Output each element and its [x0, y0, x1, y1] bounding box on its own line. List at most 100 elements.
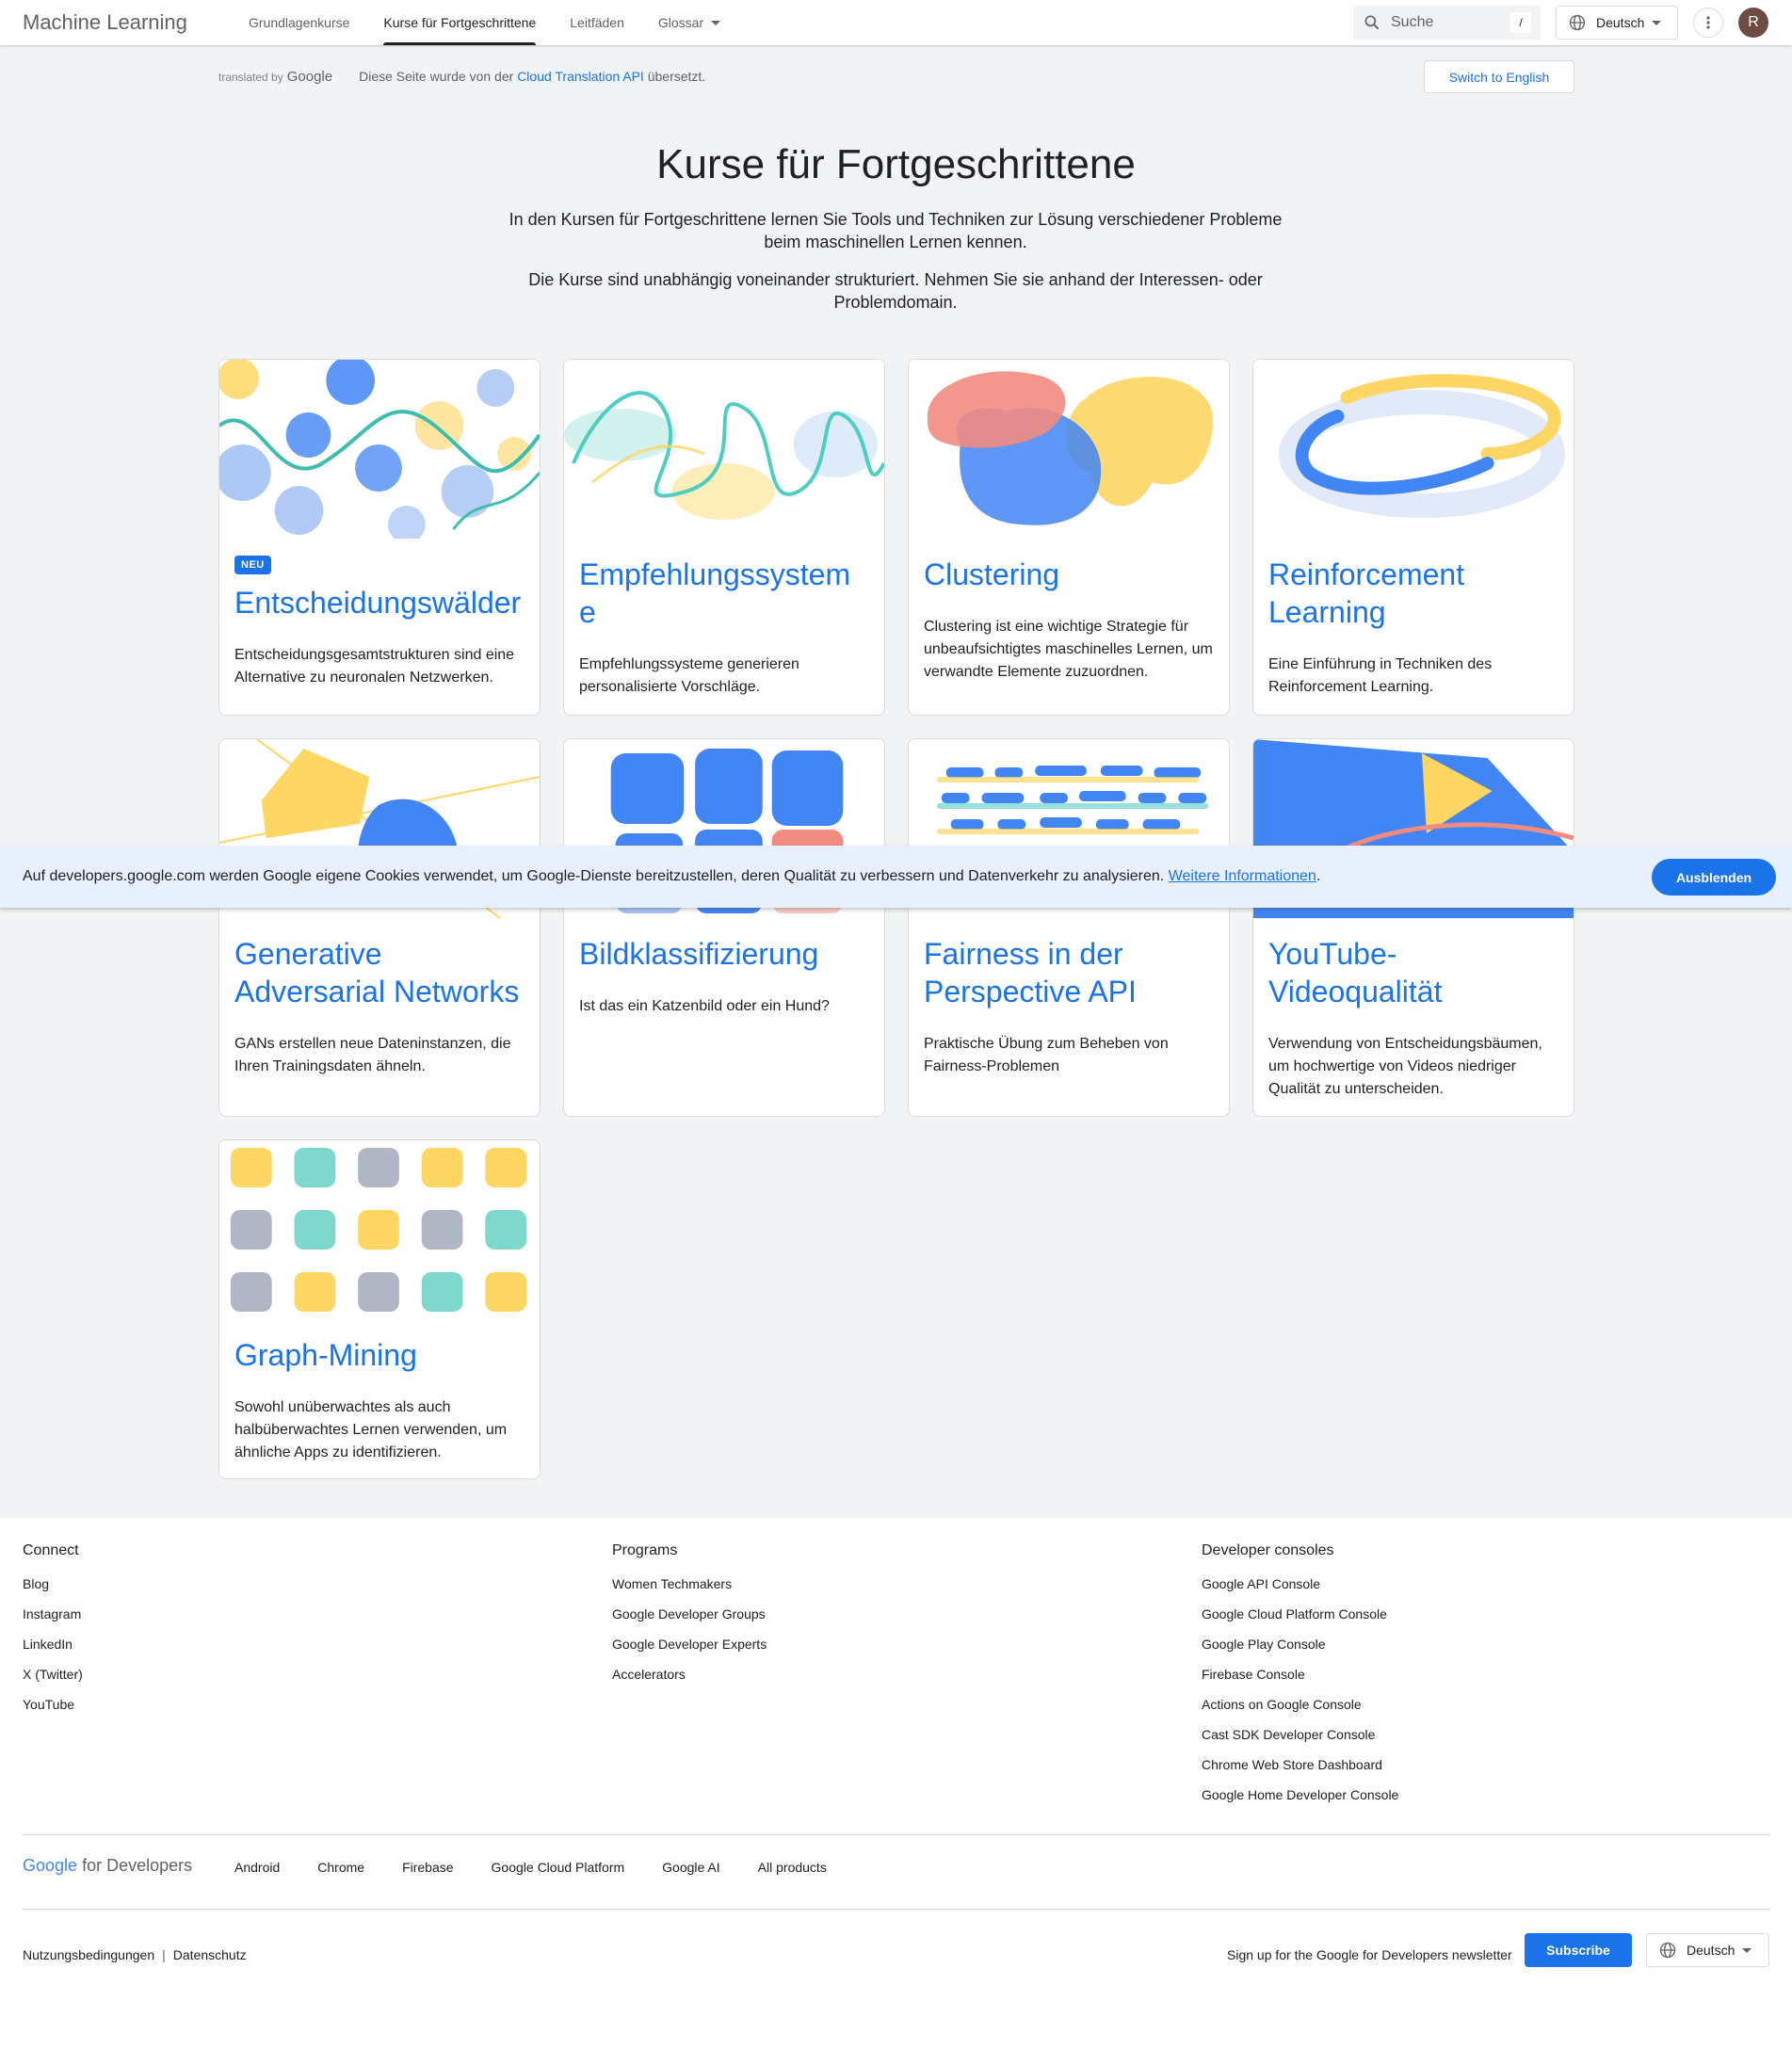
footer-link[interactable]: Firebase Console: [1202, 1667, 1305, 1682]
card-body: Generative Adversarial Networks GANs ers…: [219, 918, 540, 1093]
decision-forests-illustration: [219, 360, 540, 539]
footer-divider: [23, 1834, 1770, 1835]
chevron-down-icon: [1652, 20, 1662, 25]
product-link-all[interactable]: All products: [758, 1860, 827, 1875]
footer-link[interactable]: Google Developer Experts: [612, 1637, 767, 1652]
graph-mining-illustration: [219, 1140, 540, 1319]
card-title: Clustering: [924, 557, 1060, 591]
card-body: Reinforcement Learning Eine Einführung i…: [1253, 539, 1574, 714]
footer-link[interactable]: Cast SDK Developer Console: [1202, 1727, 1375, 1742]
course-card-clustering[interactable]: Clustering Clustering ist eine wichtige …: [908, 359, 1230, 716]
newsletter-text: Sign up for the Google for Developers ne…: [1227, 1947, 1512, 1962]
nav-tab-fortgeschrittene[interactable]: Kurse für Fortgeschrittene: [366, 0, 553, 45]
card-description: Eine Einführung in Techniken des Reinfor…: [1268, 656, 1493, 695]
course-card-image-classification[interactable]: Bildklassifizierung Ist das ein Katzenbi…: [563, 738, 885, 1117]
course-card-youtube-quality[interactable]: YouTube-Videoqualität Verwendung von Ent…: [1252, 738, 1574, 1117]
legal-links: Nutzungsbedingungen | Datenschutz: [23, 1947, 247, 1962]
card-description: Praktische Übung zum Beheben von Fairnes…: [924, 1036, 1169, 1074]
footer-link[interactable]: Actions on Google Console: [1202, 1697, 1362, 1712]
course-card-graph-mining[interactable]: Graph-Mining Sowohl unüberwachtes als au…: [218, 1139, 541, 1479]
card-body: Fairness in der Perspective API Praktisc…: [909, 918, 1229, 1093]
switch-to-english-button[interactable]: Switch to English: [1424, 60, 1574, 93]
nav-tab-glossar-label: Glossar: [657, 15, 704, 30]
privacy-link[interactable]: Datenschutz: [173, 1947, 247, 1962]
card-body: YouTube-Videoqualität Verwendung von Ent…: [1253, 918, 1574, 1116]
product-link-firebase[interactable]: Firebase: [402, 1860, 453, 1875]
dismiss-cookie-button[interactable]: Ausblenden: [1652, 859, 1776, 895]
footer-consoles: Developer consoles Google API Console Go…: [1202, 1542, 1398, 1817]
main-nav: Grundlagenkurse Kurse für Fortgeschritte…: [232, 0, 737, 45]
google-wordmark: Google: [286, 68, 333, 85]
cookie-banner: Auf developers.google.com werden Google …: [0, 846, 1792, 908]
language-selector[interactable]: Deutsch: [1556, 6, 1678, 40]
product-link-google-ai[interactable]: Google AI: [662, 1860, 720, 1875]
course-card-gan[interactable]: Generative Adversarial Networks GANs ers…: [218, 738, 541, 1117]
new-badge: NEU: [234, 556, 271, 574]
footer-language-selector[interactable]: Deutsch: [1646, 1933, 1769, 1967]
footer-link[interactable]: Google Developer Groups: [612, 1606, 766, 1621]
more-vert-icon: [1706, 16, 1710, 29]
terms-link[interactable]: Nutzungsbedingungen: [23, 1947, 154, 1962]
google-for-developers-logo[interactable]: Google for Developers: [23, 1856, 192, 1876]
card-body: Graph-Mining Sowohl unüberwachtes als au…: [219, 1319, 540, 1478]
page-title: Kurse für Fortgeschrittene: [656, 141, 1136, 187]
footer-link[interactable]: X (Twitter): [23, 1667, 83, 1682]
footer-language-label: Deutsch: [1687, 1943, 1735, 1958]
card-description: Entscheidungsgesamtstrukturen sind eine …: [234, 647, 515, 686]
footer-connect: Connect Blog Instagram LinkedIn X (Twitt…: [23, 1542, 83, 1727]
notice-text-after: übersetzt.: [643, 69, 706, 84]
translated-by-google: translated by Google: [218, 69, 332, 85]
footer-programs: Programs Women Techmakers Google Develop…: [612, 1542, 767, 1697]
cloud-translation-link[interactable]: Cloud Translation API: [517, 69, 644, 84]
nav-tab-grundlagenkurse[interactable]: Grundlagenkurse: [232, 0, 366, 45]
card-description: Verwendung von Entscheidungsbäumen, um h…: [1268, 1036, 1542, 1097]
card-body: Clustering Clustering ist eine wichtige …: [909, 539, 1229, 699]
footer-link[interactable]: Chrome Web Store Dashboard: [1202, 1757, 1382, 1772]
recommendation-illustration: [564, 360, 884, 539]
course-card-reinforcement[interactable]: Reinforcement Learning Eine Einführung i…: [1252, 359, 1574, 716]
product-link-chrome[interactable]: Chrome: [317, 1860, 364, 1875]
card-body: Empfehlungssystem e Empfehlungssysteme g…: [564, 539, 884, 714]
course-card-decision-forests[interactable]: NEU Entscheidungswälder Entscheidungsges…: [218, 359, 541, 716]
footer-link[interactable]: Google Play Console: [1202, 1637, 1326, 1652]
site-brand[interactable]: Machine Learning: [23, 10, 187, 35]
course-card-recommendation[interactable]: Empfehlungssystem e Empfehlungssysteme g…: [563, 359, 885, 716]
footer-link[interactable]: Google API Console: [1202, 1576, 1320, 1591]
nav-tab-glossar[interactable]: Glossar: [641, 0, 737, 45]
legal-separator: |: [162, 1947, 166, 1962]
footer-link[interactable]: Accelerators: [612, 1667, 686, 1682]
product-link-android[interactable]: Android: [234, 1860, 280, 1875]
card-body: Bildklassifizierung Ist das ein Katzenbi…: [564, 918, 884, 1033]
footer-link[interactable]: Google Cloud Platform Console: [1202, 1606, 1387, 1621]
product-link-gcp[interactable]: Google Cloud Platform: [492, 1860, 625, 1875]
footer-link[interactable]: Blog: [23, 1576, 49, 1591]
footer-link[interactable]: YouTube: [23, 1697, 74, 1712]
card-description: Empfehlungssysteme generieren personalis…: [579, 656, 799, 695]
card-description: Sowohl unüberwachtes als auch halbüberwa…: [234, 1399, 508, 1460]
subscribe-button[interactable]: Subscribe: [1525, 1933, 1632, 1967]
clustering-illustration: [909, 360, 1229, 539]
card-body: NEU Entscheidungswälder Entscheidungsges…: [219, 539, 540, 704]
search-input[interactable]: Suche /: [1353, 6, 1541, 40]
translation-notice: translated by Google Diese Seite wurde v…: [218, 58, 1574, 94]
more-options-button[interactable]: [1693, 8, 1723, 38]
card-title: Empfehlungssystem e: [579, 557, 851, 629]
user-avatar[interactable]: R: [1738, 8, 1768, 38]
card-title: Entscheidungswälder: [234, 586, 522, 620]
card-title: YouTube-Videoqualität: [1268, 937, 1443, 1008]
footer-link[interactable]: LinkedIn: [23, 1637, 73, 1652]
hero-description-2: Die Kurse sind unabhängig voneinander st…: [528, 270, 1263, 312]
google-logo-word: Google: [23, 1856, 78, 1875]
footer-link[interactable]: Women Techmakers: [612, 1576, 732, 1591]
nav-tab-leitfaeden[interactable]: Leitfäden: [553, 0, 641, 45]
card-description: GANs erstellen neue Dateninstanzen, die …: [234, 1036, 511, 1074]
footer-heading: Programs: [612, 1542, 678, 1558]
card-title: Bildklassifizierung: [579, 937, 819, 971]
course-card-fairness[interactable]: Fairness in der Perspective API Praktisc…: [908, 738, 1230, 1117]
reinforcement-illustration: [1253, 360, 1574, 539]
footer-link[interactable]: Instagram: [23, 1606, 81, 1621]
footer-heading: Connect: [23, 1542, 79, 1558]
more-info-link[interactable]: Weitere Informationen: [1169, 868, 1316, 884]
footer-link[interactable]: Google Home Developer Console: [1202, 1787, 1398, 1802]
top-header: Machine Learning Grundlagenkurse Kurse f…: [0, 0, 1792, 45]
